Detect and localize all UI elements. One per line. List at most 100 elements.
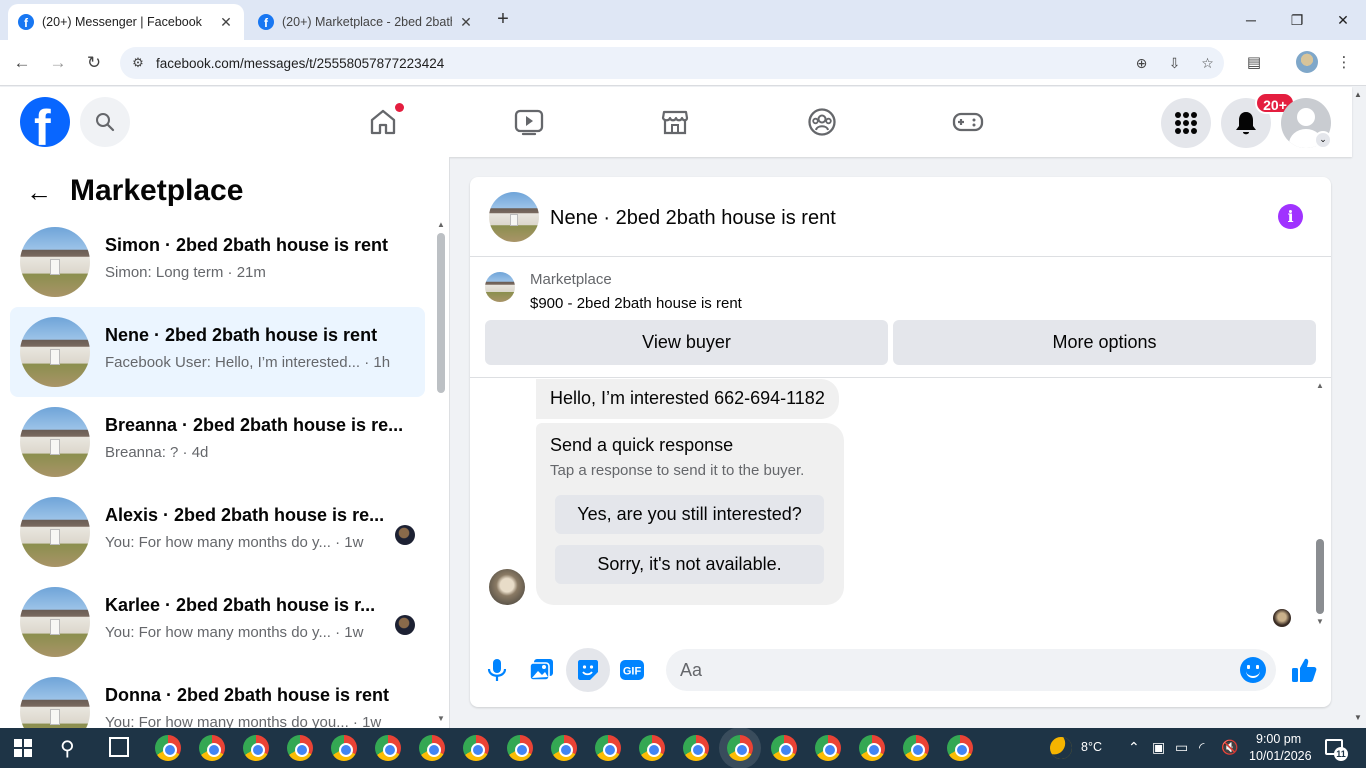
wifi-icon[interactable]: ◜ bbox=[1199, 739, 1204, 756]
taskbar-browser-app-icon[interactable] bbox=[331, 735, 357, 761]
menu-button[interactable] bbox=[1161, 98, 1211, 148]
page-scroll-down-icon[interactable]: ▼ bbox=[1354, 713, 1362, 722]
info-icon[interactable]: i bbox=[1278, 204, 1303, 229]
scroll-down-arrow-icon[interactable]: ▼ bbox=[437, 714, 445, 723]
read-receipt-avatar bbox=[1273, 609, 1291, 627]
taskbar-browser-app-icon[interactable] bbox=[243, 735, 269, 761]
quick-response-title: Send a quick response bbox=[550, 435, 734, 455]
marketplace-nav-button[interactable] bbox=[655, 102, 695, 142]
listing-small-thumbnail[interactable] bbox=[485, 272, 515, 302]
tray-chevron-up-icon[interactable]: ⌃ bbox=[1128, 739, 1140, 756]
sender-avatar[interactable] bbox=[489, 569, 525, 605]
watch-nav-button[interactable] bbox=[509, 102, 549, 142]
taskbar-browser-app-icon[interactable] bbox=[771, 735, 797, 761]
taskbar-browser-app-icon[interactable] bbox=[375, 735, 401, 761]
taskbar-browser-app-icon[interactable] bbox=[419, 735, 445, 761]
taskbar-browser-app-icon[interactable] bbox=[551, 735, 577, 761]
reload-button[interactable]: ↻ bbox=[81, 50, 107, 76]
taskbar-search-icon[interactable]: ⚲ bbox=[60, 736, 75, 761]
close-tab-icon[interactable]: ✕ bbox=[458, 14, 474, 31]
gif-button[interactable]: GIF bbox=[610, 648, 654, 692]
groups-nav-button[interactable] bbox=[802, 102, 842, 142]
like-button[interactable] bbox=[1282, 648, 1326, 692]
scroll-up-arrow-icon[interactable]: ▲ bbox=[1316, 381, 1324, 390]
left-panel-scrollbar[interactable] bbox=[437, 233, 445, 393]
task-view-icon[interactable] bbox=[109, 737, 129, 757]
tab-messenger[interactable]: f (20+) Messenger | Facebook ✕ bbox=[8, 4, 244, 40]
taskbar-browser-app-icon[interactable] bbox=[595, 735, 621, 761]
listing-price-title[interactable]: $900 - 2bed 2bath house is rent bbox=[530, 295, 742, 312]
chat-title[interactable]: Nene · 2bed 2bath house is rent bbox=[550, 207, 836, 230]
browser-menu-icon[interactable]: ⋮ bbox=[1331, 50, 1357, 76]
weather-temperature[interactable]: 8°C bbox=[1081, 740, 1102, 754]
bookmark-star-icon[interactable]: ☆ bbox=[1191, 55, 1224, 72]
quick-reply-sorry-button[interactable]: Sorry, it's not available. bbox=[555, 545, 824, 584]
address-bar[interactable]: ⚙ facebook.com/messages/t/25558057877223… bbox=[120, 47, 1224, 79]
chat-listing-thumbnail[interactable] bbox=[489, 192, 539, 242]
speaker-muted-icon[interactable]: 🔇 bbox=[1221, 739, 1238, 756]
tab-marketplace[interactable]: f (20+) Marketplace - 2bed 2bath ✕ bbox=[248, 4, 484, 40]
windows-start-icon[interactable] bbox=[14, 739, 32, 757]
clock-time[interactable]: 9:00 pm bbox=[1256, 732, 1301, 746]
emoji-icon[interactable] bbox=[1240, 657, 1266, 683]
more-options-button[interactable]: More options bbox=[893, 320, 1316, 365]
forward-button[interactable]: → bbox=[45, 50, 71, 76]
listing-thumbnail bbox=[20, 587, 90, 657]
scroll-up-arrow-icon[interactable]: ▲ bbox=[437, 220, 445, 229]
restore-button[interactable]: ❐ bbox=[1274, 6, 1320, 34]
conversation-item-alexis[interactable]: Alexis · 2bed 2bath house is re... You: … bbox=[10, 487, 425, 577]
taskbar-browser-app-icon[interactable] bbox=[947, 735, 973, 761]
taskbar-browser-app-icon[interactable] bbox=[287, 735, 313, 761]
battery-icon[interactable]: ▭ bbox=[1175, 739, 1188, 756]
reading-list-icon[interactable]: ▤ bbox=[1241, 50, 1267, 76]
quick-response-card: Send a quick response Tap a response to … bbox=[536, 423, 844, 605]
thumbs-up-icon bbox=[1292, 658, 1317, 682]
close-tab-icon[interactable]: ✕ bbox=[218, 14, 234, 31]
page-scroll-up-icon[interactable]: ▲ bbox=[1354, 90, 1362, 99]
gaming-nav-button[interactable] bbox=[948, 102, 988, 142]
site-info-icon[interactable]: ⚙ bbox=[120, 55, 156, 71]
quick-reply-yes-button[interactable]: Yes, are you still interested? bbox=[555, 495, 824, 534]
conversation-item-karlee[interactable]: Karlee · 2bed 2bath house is r... You: F… bbox=[10, 577, 425, 667]
conversation-item-breanna[interactable]: Breanna · 2bed 2bath house is re... Brea… bbox=[10, 397, 425, 487]
taskbar-browser-app-icon[interactable] bbox=[727, 735, 753, 761]
scroll-down-arrow-icon[interactable]: ▼ bbox=[1316, 617, 1324, 626]
conversation-item-nene[interactable]: Nene · 2bed 2bath house is rent Facebook… bbox=[10, 307, 425, 397]
minimize-button[interactable]: ─ bbox=[1228, 6, 1274, 34]
message-input[interactable] bbox=[666, 649, 1276, 691]
taskbar-browser-app-icon[interactable] bbox=[507, 735, 533, 761]
meet-icon[interactable]: ▣ bbox=[1152, 739, 1165, 756]
taskbar-browser-app-icon[interactable] bbox=[903, 735, 929, 761]
clock-date[interactable]: 10/01/2026 bbox=[1249, 749, 1312, 763]
browser-profile-avatar[interactable] bbox=[1296, 51, 1318, 73]
back-arrow-icon[interactable]: ← bbox=[26, 177, 52, 208]
conversation-item-donna[interactable]: Donna · 2bed 2bath house is rent You: Fo… bbox=[10, 667, 425, 728]
message-composer: GIF bbox=[470, 642, 1331, 700]
taskbar-browser-app-icon[interactable] bbox=[859, 735, 885, 761]
back-button[interactable]: ← bbox=[9, 50, 35, 76]
view-buyer-button[interactable]: View buyer bbox=[485, 320, 888, 365]
taskbar-browser-app-icon[interactable] bbox=[683, 735, 709, 761]
facebook-logo-icon[interactable]: f bbox=[20, 97, 70, 147]
url-text[interactable]: facebook.com/messages/t/2555805787722342… bbox=[156, 56, 1125, 71]
close-window-button[interactable]: ✕ bbox=[1320, 6, 1366, 34]
taskbar-browser-app-icon[interactable] bbox=[199, 735, 225, 761]
taskbar-browser-app-icon[interactable] bbox=[815, 735, 841, 761]
taskbar-browser-app-icon[interactable] bbox=[155, 735, 181, 761]
conversation-item-simon[interactable]: Simon · 2bed 2bath house is rent Simon: … bbox=[10, 217, 425, 307]
zoom-icon[interactable]: ⊕ bbox=[1125, 55, 1158, 72]
voice-clip-button[interactable] bbox=[475, 648, 519, 692]
sticker-button[interactable] bbox=[566, 648, 610, 692]
taskbar-browser-app-icon[interactable] bbox=[463, 735, 489, 761]
search-button[interactable] bbox=[80, 97, 130, 147]
tab-title: (20+) Messenger | Facebook bbox=[42, 15, 202, 29]
new-tab-button[interactable]: + bbox=[492, 8, 514, 30]
install-app-icon[interactable]: ⇩ bbox=[1158, 55, 1191, 72]
chevron-down-icon[interactable]: ⌄ bbox=[1314, 131, 1332, 149]
conversation-preview: You: For how many months do you... · 1w bbox=[105, 714, 382, 728]
attach-photo-button[interactable] bbox=[520, 648, 564, 692]
taskbar-browser-app-icon[interactable] bbox=[639, 735, 665, 761]
thread-scrollbar[interactable] bbox=[1316, 539, 1324, 614]
weather-moon-icon[interactable] bbox=[1046, 733, 1076, 763]
listing-card: Marketplace $900 - 2bed 2bath house is r… bbox=[470, 258, 1331, 378]
